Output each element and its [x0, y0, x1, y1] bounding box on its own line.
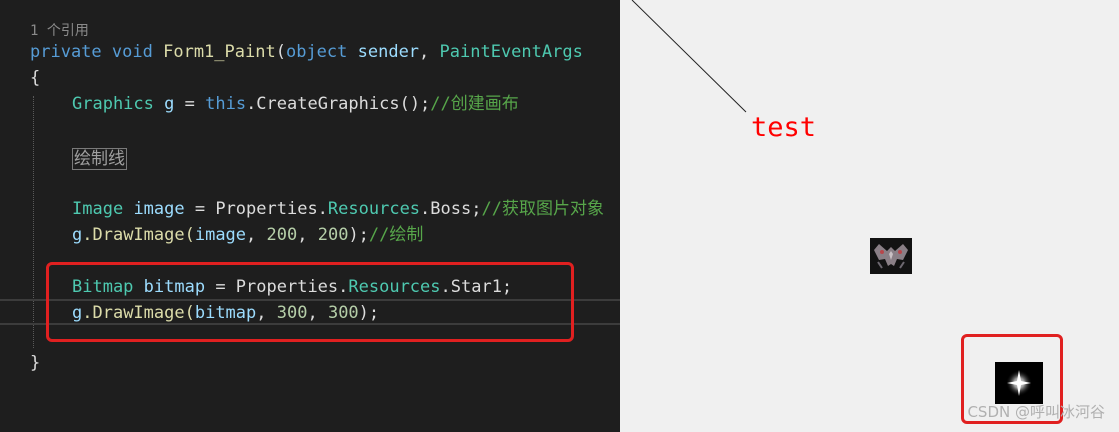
arg-y: 200: [317, 225, 349, 245]
close-brace: }: [30, 353, 41, 373]
form-window-canvas[interactable]: test CSDN @呼叫冰河谷: [620, 0, 1119, 432]
type-graphics: Graphics: [72, 94, 154, 114]
code-line-signature[interactable]: private void Form1_Paint(object sender, …: [30, 39, 583, 65]
assign-properties: = Properties.: [184, 199, 328, 219]
type-resources: Resources: [327, 199, 421, 219]
watermark-text: CSDN @呼叫冰河谷: [967, 403, 1105, 421]
resource-boss: .Boss;: [420, 199, 482, 219]
comment-get-image: //获取图片对象: [481, 199, 604, 219]
comment-create-canvas: //创建画布: [430, 94, 519, 114]
collapsed-region-button[interactable]: 绘制线: [72, 148, 127, 170]
drawn-line: [631, 0, 747, 113]
var-g: g: [72, 225, 83, 245]
boss-sprite-image: [870, 238, 912, 274]
keyword-this: this: [205, 94, 247, 114]
code-line-draw-image-1[interactable]: g.DrawImage(image, 200, 200);//绘制: [72, 222, 423, 248]
keyword-object: object: [285, 42, 348, 62]
draw-image-call: .DrawImage(: [82, 225, 195, 245]
keyword-void: void: [111, 42, 153, 62]
type-painteventargs: PaintEventArgs: [439, 42, 583, 62]
arg-x: 200: [266, 225, 298, 245]
code-line-graphics[interactable]: Graphics g = this.CreateGraphics();//创建画…: [72, 91, 519, 117]
drawn-text-test: test: [751, 112, 817, 143]
code-line-close-brace[interactable]: }: [30, 350, 40, 376]
open-brace: {: [30, 68, 41, 88]
code-highlight-box: [46, 262, 574, 342]
code-line-image[interactable]: Image image = Properties.Resources.Boss;…: [72, 196, 604, 222]
method-name: Form1_Paint: [163, 42, 276, 62]
var-image: image: [133, 199, 185, 219]
code-line-collapsed-region[interactable]: 绘制线: [72, 146, 127, 172]
reference-count-text[interactable]: 1 个引用: [30, 23, 89, 39]
code-editor[interactable]: 1 个引用 private void Form1_Paint(object se…: [0, 0, 620, 432]
call-end: );: [348, 225, 369, 245]
var-g: g: [164, 94, 175, 114]
code-line-open-brace[interactable]: {: [30, 65, 40, 91]
param-sender: sender: [357, 42, 420, 62]
arg-image: image: [194, 225, 247, 245]
comment-draw: //绘制: [368, 225, 424, 245]
create-graphics-call: .CreateGraphics();: [246, 94, 431, 114]
assign: =: [174, 94, 206, 114]
type-image: Image: [72, 199, 124, 219]
paren-open: (: [275, 42, 286, 62]
comma: ,: [419, 42, 440, 62]
keyword-private: private: [30, 42, 102, 62]
